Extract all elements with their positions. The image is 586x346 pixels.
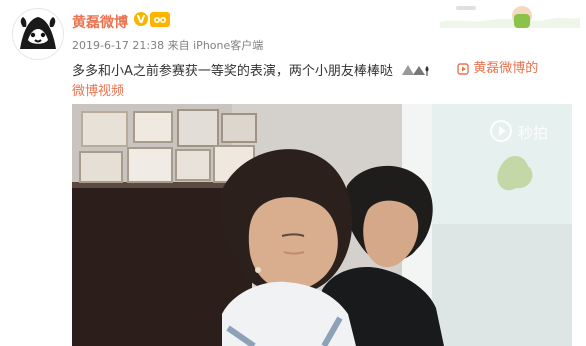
post-content: 多多和小A之前参赛获一等奖的表演，两个小朋友棒棒哒 黄磊微博的 [72,58,572,83]
post-meta: 2019-6-17 21:38 来自 iPhone客户端 [72,37,263,53]
source-prefix: 来自 [167,39,190,52]
post-text: 多多和小A之前参赛获一等奖的表演，两个小朋友棒棒哒 [72,64,393,79]
video-link-text[interactable]: 黄磊微博的 [473,58,538,80]
verified-badge-icon: V [134,12,148,26]
vip-badge-icon [150,12,170,27]
video-link-row[interactable]: 黄磊微博的 [457,58,538,80]
post-date[interactable]: 2019-6-17 21:38 [72,39,164,52]
video-watermark: 秒拍 [488,118,572,144]
avatar[interactable] [12,8,64,60]
emoji-cluster-icon [397,64,439,79]
post-source[interactable]: iPhone客户端 [193,39,263,52]
username[interactable]: 黄磊微博 [72,12,128,32]
dog-avatar-icon [13,9,63,59]
play-link-icon [457,63,469,75]
header-decoration [440,0,580,28]
watermark-text: 秒拍 [518,124,549,142]
video-link-suffix[interactable]: 微博视频 [72,80,124,99]
